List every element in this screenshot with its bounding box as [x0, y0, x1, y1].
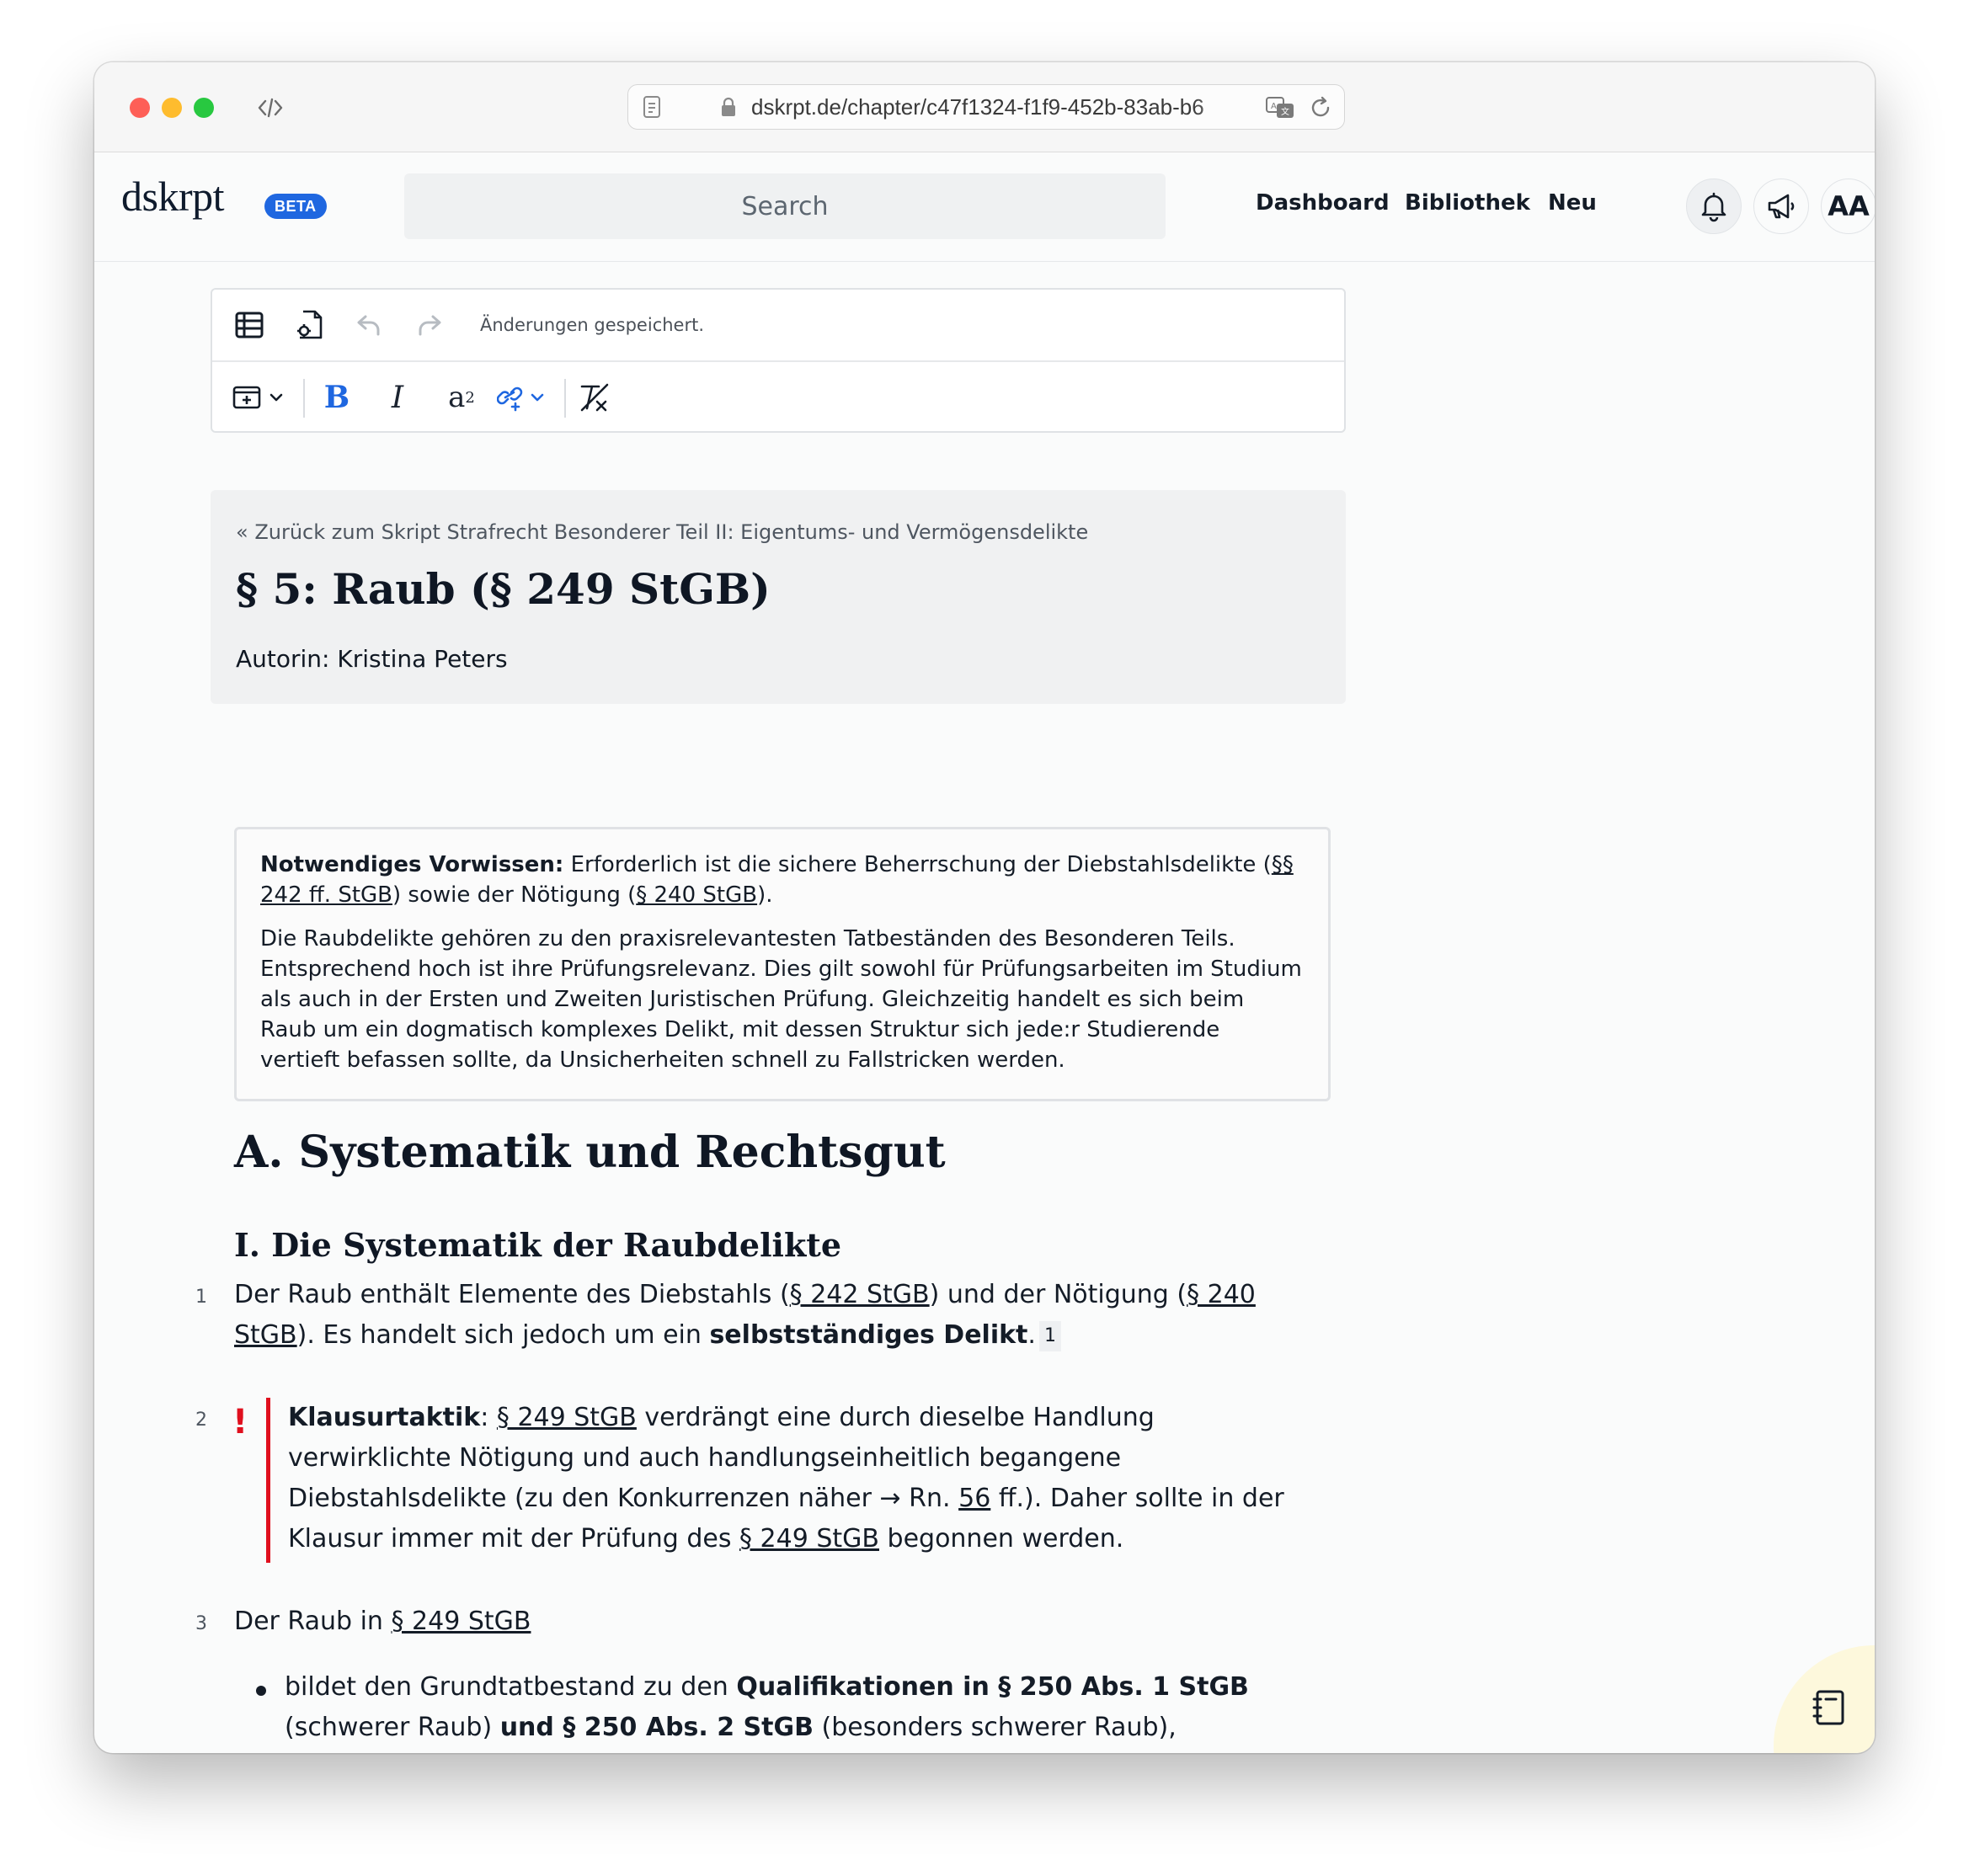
insert-block-icon [232, 386, 283, 409]
notebook-icon[interactable] [1812, 1689, 1846, 1726]
font-size-label: AA [1828, 190, 1870, 222]
undo-button[interactable] [354, 310, 384, 340]
warning-bar [266, 1398, 270, 1563]
text-run: ) und der Nötigung ( [929, 1280, 1187, 1309]
bold-button[interactable]: B [320, 377, 354, 418]
editor-toolbar-top: Änderungen gespeichert. [212, 290, 1344, 362]
back-to-script-link[interactable]: « Zurück zum Skript Strafrecht Besondere… [236, 520, 1088, 544]
announcements-button[interactable] [1753, 179, 1809, 234]
prerequisites-text: Notwendiges Vorwissen: Erforderlich ist … [260, 850, 1305, 910]
logo[interactable]: dskrpt [121, 172, 225, 221]
zoom-window-button[interactable] [194, 98, 214, 118]
browser-window: dskrpt.de/chapter/c47f1324-f1f9-452b-83a… [94, 62, 1875, 1753]
list-icon [235, 312, 264, 338]
margin-number: 1 [195, 1287, 207, 1308]
svg-text:A: A [1271, 102, 1277, 111]
text-run: (schwerer Raub) [285, 1713, 500, 1742]
svg-text:文: 文 [1281, 106, 1289, 117]
paragraph-rn1[interactable]: Der Raub enthält Elemente des Diebstahls… [234, 1275, 1304, 1356]
exam-tip-paragraph[interactable]: Klausurtaktik: § 249 StGB verdrängt eine… [288, 1398, 1315, 1559]
text-run: : [480, 1403, 497, 1432]
margin-number: 2 [195, 1410, 207, 1431]
chapter-author[interactable]: Autorin: Kristina Peters [236, 645, 508, 673]
link-dropdown[interactable] [497, 381, 556, 414]
prerequisites-text-part: Erforderlich ist die sichere Beherrschun… [563, 852, 1272, 877]
page-icon[interactable] [642, 95, 662, 119]
address-bar[interactable]: dskrpt.de/chapter/c47f1324-f1f9-452b-83a… [627, 84, 1345, 130]
beta-badge: BETA [264, 194, 327, 219]
link-242-stgb[interactable]: § 242 StGB [790, 1280, 930, 1309]
prerequisites-text-part: ) sowie der Nötigung ( [392, 882, 637, 908]
nav-dashboard[interactable]: Dashboard [1256, 190, 1390, 216]
link-240-stgb[interactable]: § 240 StGB [636, 882, 757, 908]
exclamation-icon: ! [232, 1403, 248, 1442]
text-run: Der Raub enthält Elemente des Diebstahls… [234, 1280, 790, 1309]
editor-toolbar: Änderungen gespeichert. B I a2 [211, 288, 1346, 433]
bold-text: und § 250 Abs. 2 StGB [499, 1713, 814, 1742]
table-of-contents-button[interactable] [232, 308, 266, 342]
reload-icon[interactable] [1309, 96, 1332, 120]
link-rn-56[interactable]: 56 [958, 1484, 990, 1513]
bold-text: Qualifikationen in § 250 Abs. 1 StGB [736, 1672, 1249, 1702]
redo-icon [419, 315, 441, 336]
italic-button[interactable]: I [381, 377, 414, 418]
exam-tip-label: Klausurtaktik [288, 1403, 481, 1432]
toolbar-divider [303, 379, 305, 418]
editor-toolbar-format: B I a2 [212, 362, 1344, 433]
lock-icon [722, 97, 735, 116]
close-window-button[interactable] [130, 98, 150, 118]
bullet-point [256, 1686, 266, 1696]
minimize-window-button[interactable] [162, 98, 182, 118]
browser-toolbar: dskrpt.de/chapter/c47f1324-f1f9-452b-83a… [94, 62, 1875, 152]
section-heading[interactable]: A. Systematik und Rechtsgut [234, 1127, 946, 1178]
margin-number: 3 [195, 1613, 207, 1634]
nav-bibliothek[interactable]: Bibliothek [1405, 190, 1530, 216]
insert-block-dropdown[interactable] [232, 381, 291, 414]
clear-format-icon [580, 383, 609, 412]
clear-formatting-button[interactable] [578, 381, 611, 414]
prerequisites-box[interactable]: Notwendiges Vorwissen: Erforderlich ist … [234, 827, 1331, 1101]
save-status: Änderungen gespeichert. [480, 315, 705, 335]
superscript-button[interactable]: a2 [441, 377, 482, 418]
link-icon [497, 386, 544, 412]
link-249-stgb[interactable]: § 249 StGB [391, 1607, 531, 1636]
document-settings-button[interactable] [293, 308, 327, 342]
subsection-heading[interactable]: I. Die Systematik der Raubdelikte [234, 1226, 841, 1264]
megaphone-icon [1768, 194, 1795, 219]
text-run: begonnen werden. [878, 1524, 1124, 1554]
chapter-header: « Zurück zum Skript Strafrecht Besondere… [211, 490, 1346, 704]
list-item[interactable]: bildet den Grundtatbestand zu den Qualif… [285, 1667, 1278, 1748]
bell-icon [1701, 192, 1726, 222]
undo-icon [357, 315, 380, 336]
toolbar-divider [564, 379, 566, 418]
code-icon[interactable] [256, 93, 285, 122]
paragraph-rn3[interactable]: Der Raub in § 249 StGB [234, 1602, 1329, 1642]
link-249-stgb[interactable]: § 249 StGB [739, 1524, 879, 1554]
prerequisites-label: Notwendiges Vorwissen: [260, 852, 564, 877]
url-text[interactable]: dskrpt.de/chapter/c47f1324-f1f9-452b-83a… [751, 94, 1253, 120]
prerequisites-text-part: ). [757, 882, 773, 908]
link-249-stgb[interactable]: § 249 StGB [497, 1403, 637, 1432]
chapter-title[interactable]: § 5: Raub (§ 249 StGB) [236, 564, 771, 614]
nav-neu[interactable]: Neu [1548, 190, 1597, 216]
redo-button[interactable] [414, 310, 445, 340]
text-run: bildet den Grundtatbestand zu den [285, 1672, 737, 1702]
text-run: . [1027, 1320, 1036, 1350]
bold-text: selbstständiges Delikt [709, 1320, 1028, 1350]
file-settings-icon [297, 310, 323, 339]
text-run: Der Raub in [234, 1607, 392, 1636]
search-input[interactable] [404, 173, 1166, 239]
font-size-button[interactable]: AA [1821, 179, 1875, 234]
text-run: (besonders schwerer Raub), [814, 1713, 1177, 1742]
translate-icon[interactable]: A 文 [1265, 95, 1295, 120]
intro-paragraph: Die Raubdelikte gehören zu den praxisrel… [260, 926, 1302, 1073]
footnote-marker[interactable]: 1 [1038, 1320, 1061, 1351]
text-run: ). Es handelt sich jedoch um ein [296, 1320, 710, 1350]
notifications-button[interactable] [1686, 179, 1742, 234]
app-header: dskrpt BETA Dashboard Bibliothek Neu AA [94, 153, 1875, 262]
